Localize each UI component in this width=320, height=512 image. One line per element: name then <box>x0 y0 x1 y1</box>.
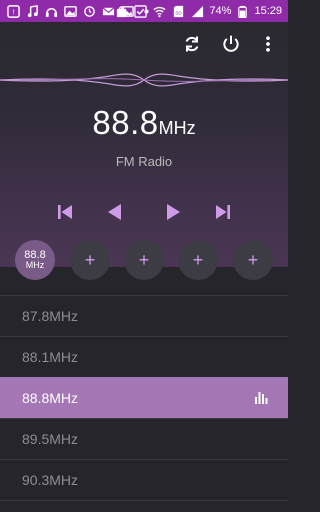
status-bar: ! SD 74% 15:29 <box>0 0 288 22</box>
signal-icon <box>190 4 205 19</box>
play-button[interactable] <box>160 199 186 225</box>
preset-slot-3[interactable]: + <box>124 240 164 280</box>
frequency-value: 88.8 <box>92 104 159 141</box>
station-row-active[interactable]: 88.8 MHz <box>0 377 288 418</box>
notification-icon: ! <box>6 4 21 19</box>
clock: 15:29 <box>254 5 282 17</box>
station-unit: MHz <box>49 390 79 406</box>
bag-icon <box>114 4 129 19</box>
station-row[interactable]: 90.3 MHz <box>0 459 288 501</box>
sd-icon: SD <box>171 4 186 19</box>
current-frequency: 88.8MHz <box>0 104 288 142</box>
wifi-icon <box>152 4 167 19</box>
station-unit: MHz <box>49 472 79 488</box>
audio-waveform <box>0 73 288 87</box>
power-icon <box>223 35 239 52</box>
add-preset-icon: + <box>192 249 204 270</box>
sync-icon <box>82 4 97 19</box>
station-row[interactable]: 89.5 MHz <box>0 418 288 459</box>
overflow-menu-button[interactable] <box>256 32 280 56</box>
band-label: FM Radio <box>115 154 173 169</box>
station-frequency: 88.1 <box>22 349 50 365</box>
seek-back-icon <box>108 204 121 220</box>
station-row[interactable]: 88.1 MHz <box>0 336 288 377</box>
tuner-panel <box>0 22 288 267</box>
headphones-icon <box>44 4 59 19</box>
preset-bar: 88.8 MHz + + + + <box>0 240 288 280</box>
station-unit: MHz <box>49 308 79 324</box>
equalizer-icon <box>255 392 268 404</box>
preset-slot-4[interactable]: + <box>178 240 218 280</box>
battery-icon <box>235 4 250 19</box>
preset-slot-5[interactable]: + <box>233 240 273 280</box>
frequency-unit: MHz <box>158 118 196 138</box>
play-icon <box>167 204 180 220</box>
station-unit: MHz <box>49 349 79 365</box>
station-frequency: 87.8 <box>22 308 50 324</box>
add-preset-icon: + <box>138 249 150 270</box>
skip-previous-button[interactable] <box>52 199 78 225</box>
skip-next-icon <box>216 205 230 219</box>
skip-next-button[interactable] <box>210 199 236 225</box>
check-icon <box>133 4 148 19</box>
svg-text:!: ! <box>12 7 14 16</box>
refresh-button[interactable] <box>180 32 204 56</box>
seek-back-button[interactable] <box>102 199 128 225</box>
skip-previous-icon <box>58 205 72 219</box>
svg-text:SD: SD <box>176 10 183 15</box>
gallery-icon <box>63 4 78 19</box>
status-system-icons: SD 74% 15:29 <box>114 0 282 22</box>
station-frequency: 88.8 <box>22 390 50 406</box>
add-preset-icon: + <box>247 249 259 270</box>
preset-slot-2[interactable]: + <box>70 240 110 280</box>
station-row[interactable]: 87.8 MHz <box>0 295 288 336</box>
music-icon <box>25 4 40 19</box>
station-list: 87.8 MHz 88.1 MHz 88.8 MHz 89.5 MHz 90.3 MHz <box>0 295 288 501</box>
preset-unit: MHz <box>25 260 45 271</box>
station-unit: MHz <box>49 431 79 447</box>
preset-slot-1[interactable]: 88.8 MHz <box>15 240 55 280</box>
more-vert-icon <box>266 36 270 52</box>
power-button[interactable] <box>219 32 243 56</box>
add-preset-icon: + <box>84 249 96 270</box>
refresh-icon <box>185 36 199 52</box>
station-frequency: 89.5 <box>22 431 50 447</box>
battery-percent: 74% <box>209 5 232 17</box>
station-frequency: 90.3 <box>22 472 50 488</box>
